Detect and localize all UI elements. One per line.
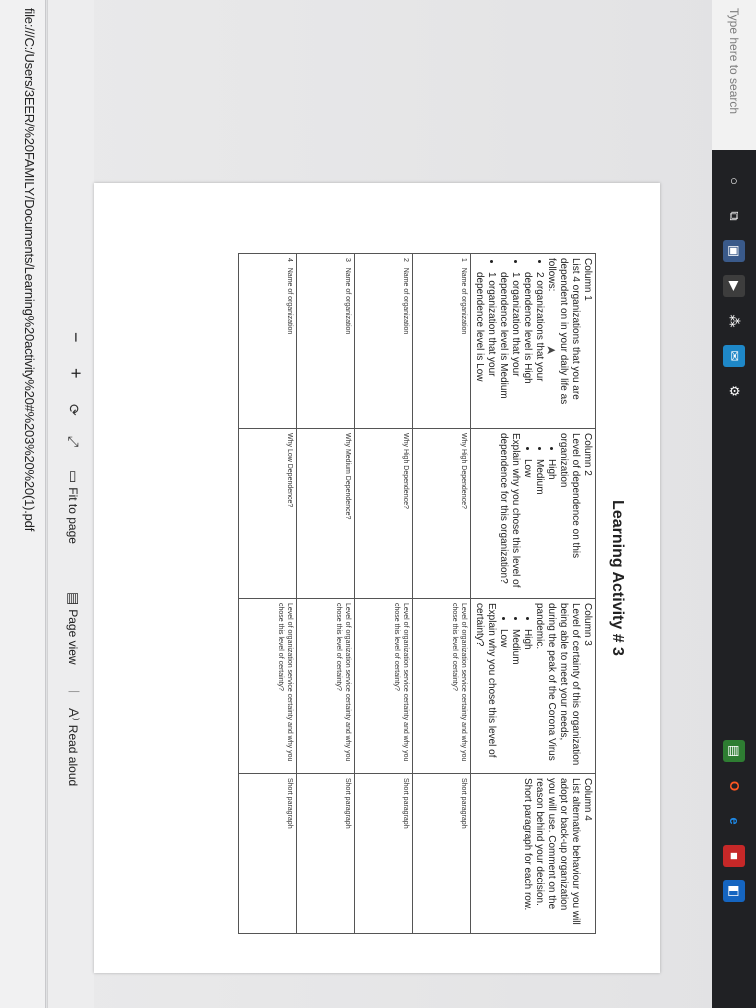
- fit-page-icon: ▭: [66, 470, 82, 484]
- col2-intro: Level of dependence on this organization: [558, 433, 581, 559]
- office-icon[interactable]: O: [723, 775, 745, 797]
- files-icon[interactable]: ▤: [723, 740, 745, 762]
- row-cell: Short paragraph: [296, 773, 355, 934]
- row-cell: Short paragraph: [354, 773, 413, 934]
- col1-bullets: 2 organizations that your dependence lev…: [473, 258, 545, 424]
- col2-cell: Column 2 Level of dependence on this org…: [470, 428, 596, 599]
- col4-cell: Column 4 List alternative behaviour you …: [470, 773, 596, 934]
- page-view-icon: ▤: [66, 592, 82, 606]
- option-item: High: [521, 629, 533, 769]
- page-title: Learning Activity # 3: [609, 500, 626, 656]
- rotate-icon[interactable]: ⟳: [65, 404, 82, 416]
- row-org: Name of organization: [402, 267, 409, 335]
- url-text: file:///C:/Users/3EER/%20FAMILY/Document…: [22, 8, 37, 532]
- photo-screen: file:///C:/Users/3EER/%20FAMILY/Document…: [0, 0, 756, 1008]
- row-number: 1: [460, 258, 467, 262]
- task-view-icon[interactable]: ⧉: [723, 205, 745, 227]
- fit-to-page-label: Fit to page: [66, 487, 81, 544]
- row-cell: Why Low Dependence?: [238, 428, 297, 599]
- col1-bullet: 1 organization that your dependence leve…: [497, 272, 521, 424]
- row-cell: Why High Dependence?: [412, 428, 471, 599]
- row-org: Name of organization: [460, 267, 467, 335]
- zoom-out-button[interactable]: −: [65, 332, 86, 343]
- mail-icon[interactable]: ✉: [723, 345, 745, 367]
- taskbar: Type here to search ○ ⧉ ▣ ▶ ⁂ ✉ ⚙ ▤ O e …: [712, 0, 756, 1008]
- pdf-page: Learning Activity # 3 ➤ Column 1 List 4 …: [94, 183, 660, 973]
- row-cell: Short paragraph: [238, 773, 297, 934]
- col3-options: High Medium Low: [497, 603, 533, 769]
- page-view-button[interactable]: ▤ Page view: [65, 592, 82, 665]
- row-cell: Short paragraph: [412, 773, 471, 934]
- row-cell: Why Medium Dependence?: [296, 428, 355, 599]
- page-view-label: Page view: [66, 609, 81, 665]
- col3-cell: Column 3 Level of certainty of this orga…: [470, 598, 596, 774]
- col3-explain: Explain why you chose this level of cert…: [474, 603, 497, 758]
- row-number: 2: [402, 258, 409, 262]
- row-cell: Level of organization service certainty …: [238, 598, 297, 774]
- read-aloud-button[interactable]: A⁾ Read aloud: [65, 708, 82, 786]
- row-cell: 2 Name of organization: [354, 253, 413, 429]
- table-row: 3 Name of organization Why Medium Depend…: [296, 253, 355, 934]
- col4-text: List alternative behaviour you will adop…: [522, 778, 581, 925]
- option-item: Medium: [509, 629, 521, 769]
- table-row: 2 Name of organization Why High Dependen…: [354, 253, 413, 934]
- option-item: High: [545, 459, 557, 594]
- col3-head: Column 3: [582, 603, 593, 646]
- row-org: Name of organization: [286, 267, 293, 335]
- row-cell: 3 Name of organization: [296, 253, 355, 429]
- taskbar-search-box[interactable]: Type here to search: [712, 0, 756, 150]
- option-item: Low: [497, 629, 509, 769]
- col3-intro: Level of certainty of this organization …: [534, 603, 581, 766]
- table-row: 1 Name of organization Why High Dependen…: [412, 253, 471, 934]
- col2-explain: Explain why you chose this level of depe…: [498, 433, 521, 588]
- row-cell: Level of organization service certainty …: [296, 598, 355, 774]
- row-cell: Level of organization service certainty …: [354, 598, 413, 774]
- table-header-row: Column 1 List 4 organizations that you a…: [470, 253, 596, 934]
- row-cell: Level of organization service certainty …: [412, 598, 471, 774]
- read-aloud-icon: A⁾: [66, 708, 82, 721]
- row-number: 4: [286, 258, 293, 262]
- store-icon[interactable]: ▣: [723, 240, 745, 262]
- row-cell: 4 Name of organization: [238, 253, 297, 429]
- row-number: 3: [344, 258, 351, 262]
- col1-bullet: 1 organization that your dependence leve…: [473, 272, 497, 424]
- option-item: Medium: [533, 459, 545, 594]
- read-aloud-label: Read aloud: [66, 724, 81, 787]
- col1-head: Column 1: [582, 258, 593, 301]
- app-blue-icon[interactable]: ◧: [723, 880, 745, 902]
- address-bar[interactable]: file:///C:/Users/3EER/%20FAMILY/Document…: [0, 0, 46, 1008]
- col4-head: Column 4: [582, 778, 593, 821]
- pdf-toolbar: − + ⟳ ⤢ ▭ Fit to page ▤ Page view | A⁾ Read…: [47, 0, 94, 1008]
- edge-icon[interactable]: e: [723, 810, 745, 832]
- rotated-screen: file:///C:/Users/3EER/%20FAMILY/Document…: [0, 0, 756, 1008]
- row-cell: 1 Name of organization: [412, 253, 471, 429]
- fit-width-icon[interactable]: ⤢: [65, 436, 82, 447]
- zoom-in-button[interactable]: +: [65, 368, 86, 379]
- media-icon[interactable]: ▶: [723, 275, 745, 297]
- apps-icon[interactable]: ⁂: [723, 310, 745, 332]
- table-row: 4 Name of organization Why Low Dependenc…: [238, 253, 297, 934]
- settings-icon[interactable]: ⚙: [723, 380, 745, 402]
- toolbar-divider: |: [68, 690, 82, 694]
- cortana-icon[interactable]: ○: [723, 170, 745, 192]
- fit-to-page-button[interactable]: ▭ Fit to page: [65, 470, 82, 544]
- col1-cell: Column 1 List 4 organizations that you a…: [470, 253, 596, 429]
- row-cell: Why High Dependence?: [354, 428, 413, 599]
- option-item: Low: [521, 459, 533, 594]
- col2-head: Column 2: [582, 433, 593, 476]
- app-red-icon[interactable]: ■: [723, 845, 745, 867]
- col1-bullet: 2 organizations that your dependence lev…: [521, 272, 545, 424]
- activity-table: Column 1 List 4 organizations that you a…: [238, 253, 596, 934]
- row-org: Name of organization: [344, 267, 351, 335]
- col1-intro: List 4 organizations that you are depend…: [546, 258, 581, 405]
- col2-options: High Medium Low: [521, 433, 557, 594]
